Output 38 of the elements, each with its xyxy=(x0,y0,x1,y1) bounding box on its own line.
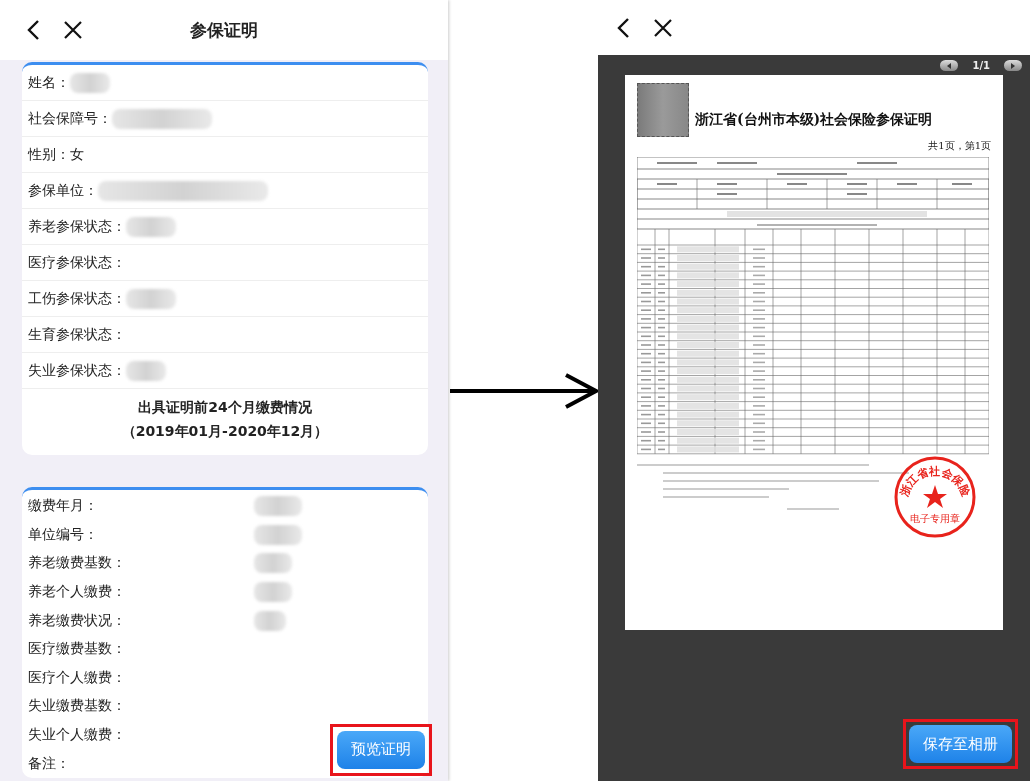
field-label: 参保单位： xyxy=(28,181,98,200)
official-seal: 浙江省社会保险 电子专用章 xyxy=(893,455,977,539)
field-label: 失业缴费基数： xyxy=(28,697,127,716)
field-label: 生育参保状态： xyxy=(28,325,126,344)
photo-placeholder xyxy=(637,83,689,137)
field-label: 养老缴费基数： xyxy=(28,554,127,573)
page-indicator: 1/1 xyxy=(972,60,990,71)
certificate-title: 浙江省(台州市本级)社会保险参保证明 xyxy=(695,111,933,129)
field-label: 备注： xyxy=(28,754,71,773)
field-label: 姓名： xyxy=(28,73,70,92)
field-label: 单位编号： xyxy=(28,525,99,544)
field-label: 医疗个人缴费： xyxy=(28,668,127,687)
field-label: 养老缴费状况： xyxy=(28,611,127,630)
next-page-button[interactable] xyxy=(1004,60,1022,71)
back-icon[interactable] xyxy=(26,19,40,41)
field-label: 工伤参保状态： xyxy=(28,289,126,308)
summary-heading: 出具证明前24个月缴费情况 xyxy=(138,399,312,417)
back-icon[interactable] xyxy=(616,16,630,39)
field-label: 养老个人缴费： xyxy=(28,583,127,602)
field-label: 社会保障号： xyxy=(28,109,112,128)
summary-heading: （2019年01月-2020年12月） xyxy=(121,423,329,441)
right-arrow-icon xyxy=(1010,62,1016,69)
field-label: 医疗缴费基数： xyxy=(28,640,127,659)
field-label: 缴费年月： xyxy=(28,497,99,516)
field-label: 失业个人缴费： xyxy=(28,726,127,745)
previous-page-button[interactable] xyxy=(940,60,959,71)
field-label: 失业参保状态： xyxy=(28,361,126,380)
field-value: 女 xyxy=(70,145,84,164)
field-label: 养老参保状态： xyxy=(28,217,126,236)
close-icon[interactable] xyxy=(63,20,83,40)
page-count: 共1页，第1页 xyxy=(928,139,991,153)
left-arrow-icon xyxy=(946,62,952,69)
preview-button[interactable]: 预览证明 xyxy=(337,730,425,769)
screen-title: 参保证明 xyxy=(190,19,258,42)
field-label: 医疗参保状态： xyxy=(28,253,126,272)
field-label: 性别： xyxy=(28,145,70,164)
save-to-album-button[interactable]: 保存至相册 xyxy=(909,725,1012,763)
close-icon[interactable] xyxy=(653,17,673,38)
